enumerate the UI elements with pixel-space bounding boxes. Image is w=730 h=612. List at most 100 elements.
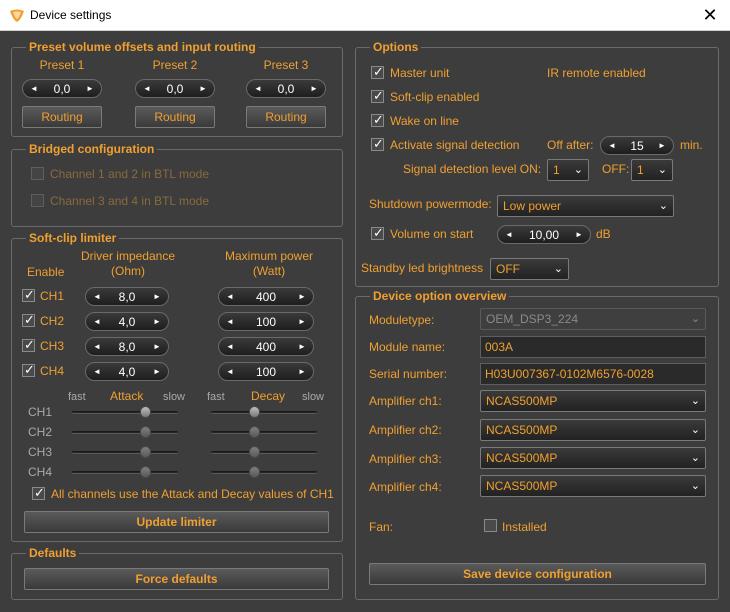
arrow-right-icon[interactable]: ►: [85, 82, 95, 96]
preset-3-routing-button[interactable]: Routing: [246, 106, 326, 128]
ch2-decay-slider[interactable]: [211, 425, 317, 439]
ch3-decay-slider[interactable]: [211, 445, 317, 459]
preset-3-spinbox[interactable]: ◄ 0,0 ►: [246, 79, 326, 98]
serial-field[interactable]: H03U007367-0102M6576-0028: [480, 363, 706, 385]
check-icon: ✓: [373, 136, 384, 151]
ch2-label: CH2: [40, 314, 65, 328]
ch2-power-spinbox[interactable]: ◄ 100 ►: [218, 312, 314, 331]
update-limiter-button[interactable]: Update limiter: [24, 511, 329, 533]
ch4-decay-slider[interactable]: [211, 465, 317, 479]
arrow-right-icon[interactable]: ►: [574, 228, 584, 242]
master-unit-checkbox[interactable]: ✓: [371, 64, 384, 79]
slider-thumb[interactable]: [249, 426, 260, 438]
force-defaults-button[interactable]: Force defaults: [24, 568, 329, 590]
options-group-title: Options: [370, 40, 422, 54]
ch2-impedance-spinbox[interactable]: ◄ 4,0 ►: [85, 312, 169, 331]
ch2-impedance-value: 4,0: [118, 315, 136, 329]
slider-track: [211, 471, 317, 474]
preset-2-spinbox[interactable]: ◄ 0,0 ►: [135, 79, 215, 98]
signal-detection-checkbox[interactable]: ✓: [371, 136, 384, 151]
preset-2-routing-button[interactable]: Routing: [135, 106, 215, 128]
shutdown-select[interactable]: Low power ⌄: [497, 195, 674, 217]
soft-clip-checkbox[interactable]: ✓: [371, 88, 384, 103]
close-icon[interactable]: ✕: [700, 4, 720, 26]
btl-ch34-checkbox[interactable]: [31, 194, 44, 207]
preset-3-label: Preset 3: [263, 58, 309, 72]
min-label: min.: [680, 138, 703, 152]
volume-on-start-label: Volume on start: [390, 227, 474, 241]
chevron-down-icon: ⌄: [690, 480, 700, 492]
amp-ch4-select[interactable]: NCAS500MP ⌄: [480, 475, 706, 497]
slider-thumb[interactable]: [249, 466, 260, 478]
level-on-select[interactable]: 1 ⌄: [547, 159, 589, 181]
amp-ch4-label: Amplifier ch4:: [369, 480, 442, 494]
amp-ch3-select[interactable]: NCAS500MP ⌄: [480, 447, 706, 469]
softclip-group-title: Soft-clip limiter: [26, 231, 120, 245]
ch3-power-spinbox[interactable]: ◄ 400 ►: [218, 337, 314, 356]
arrow-right-icon[interactable]: ►: [309, 82, 319, 96]
ch2-enable-checkbox[interactable]: ✓: [22, 312, 35, 327]
check-icon: ✓: [34, 485, 45, 500]
soft-clip-label: Soft-clip enabled: [390, 90, 480, 104]
btl-ch12-checkbox[interactable]: [31, 167, 44, 180]
wake-on-line-checkbox[interactable]: ✓: [371, 112, 384, 127]
slider-thumb[interactable]: [140, 466, 151, 478]
moduletype-select: OEM_DSP3_224 ⌄: [480, 308, 706, 330]
shutdown-value: Low power: [503, 199, 562, 213]
arrow-right-icon[interactable]: ►: [657, 139, 667, 153]
off-after-spinbox[interactable]: ◄ 15 ►: [600, 136, 674, 155]
volume-value: 10,00: [528, 228, 560, 242]
module-name-field[interactable]: 003A: [480, 336, 706, 358]
volume-spinbox[interactable]: ◄ 10,00 ►: [497, 225, 591, 244]
arrow-right-icon[interactable]: ►: [198, 82, 208, 96]
arrow-right-icon[interactable]: ►: [297, 340, 307, 354]
ch1-power-spinbox[interactable]: ◄ 400 ►: [218, 287, 314, 306]
volume-on-start-checkbox[interactable]: ✓: [371, 225, 384, 240]
ch4-power-spinbox[interactable]: ◄ 100 ►: [218, 362, 314, 381]
slider-thumb[interactable]: [249, 406, 260, 418]
ch1-attack-slider[interactable]: [72, 405, 178, 419]
ch1-decay-slider[interactable]: [211, 405, 317, 419]
save-configuration-button[interactable]: Save device configuration: [369, 563, 706, 585]
arrow-right-icon[interactable]: ►: [152, 290, 162, 304]
defaults-group-title: Defaults: [26, 546, 80, 560]
preset-1-spinbox[interactable]: ◄ 0,0 ►: [22, 79, 102, 98]
arrow-right-icon[interactable]: ►: [152, 315, 162, 329]
slider-thumb[interactable]: [140, 406, 151, 418]
arrow-right-icon[interactable]: ►: [297, 315, 307, 329]
amp-ch2-value: NCAS500MP: [486, 423, 558, 437]
ch3-label: CH3: [40, 339, 65, 353]
preset-1-routing-button[interactable]: Routing: [22, 106, 102, 128]
check-icon: ✓: [24, 312, 35, 327]
ch1-enable-checkbox[interactable]: ✓: [22, 287, 35, 302]
ch3-impedance-spinbox[interactable]: ◄ 8,0 ►: [85, 337, 169, 356]
slider-thumb[interactable]: [140, 426, 151, 438]
slider-thumb[interactable]: [140, 446, 151, 458]
slider-track: [72, 451, 178, 454]
ch4-attack-slider[interactable]: [72, 465, 178, 479]
amp-ch1-select[interactable]: NCAS500MP ⌄: [480, 390, 706, 412]
arrow-right-icon[interactable]: ►: [152, 365, 162, 379]
ch2-attack-slider[interactable]: [72, 425, 178, 439]
ch1-impedance-spinbox[interactable]: ◄ 8,0 ►: [85, 287, 169, 306]
app-logo-icon: [10, 9, 24, 22]
arrow-right-icon[interactable]: ►: [152, 340, 162, 354]
standby-select[interactable]: OFF ⌄: [490, 258, 569, 280]
ch3-attack-slider[interactable]: [72, 445, 178, 459]
slider-thumb[interactable]: [249, 446, 260, 458]
level-off-select[interactable]: 1 ⌄: [631, 159, 673, 181]
chevron-down-icon: ⌄: [658, 200, 668, 212]
ch4-impedance-spinbox[interactable]: ◄ 4,0 ►: [85, 362, 169, 381]
check-icon: ✓: [24, 362, 35, 377]
moduletype-label: Moduletype:: [369, 313, 435, 327]
amp-ch2-select[interactable]: NCAS500MP ⌄: [480, 419, 706, 441]
attack-label: Attack: [110, 389, 144, 403]
all-channels-checkbox[interactable]: ✓: [32, 485, 45, 500]
wake-on-line-label: Wake on line: [390, 114, 459, 128]
slider-track: [72, 471, 178, 474]
ch3-enable-checkbox[interactable]: ✓: [22, 337, 35, 352]
ch4-enable-checkbox[interactable]: ✓: [22, 362, 35, 377]
arrow-right-icon[interactable]: ►: [297, 365, 307, 379]
fan-installed-checkbox[interactable]: [484, 519, 497, 532]
arrow-right-icon[interactable]: ►: [297, 290, 307, 304]
